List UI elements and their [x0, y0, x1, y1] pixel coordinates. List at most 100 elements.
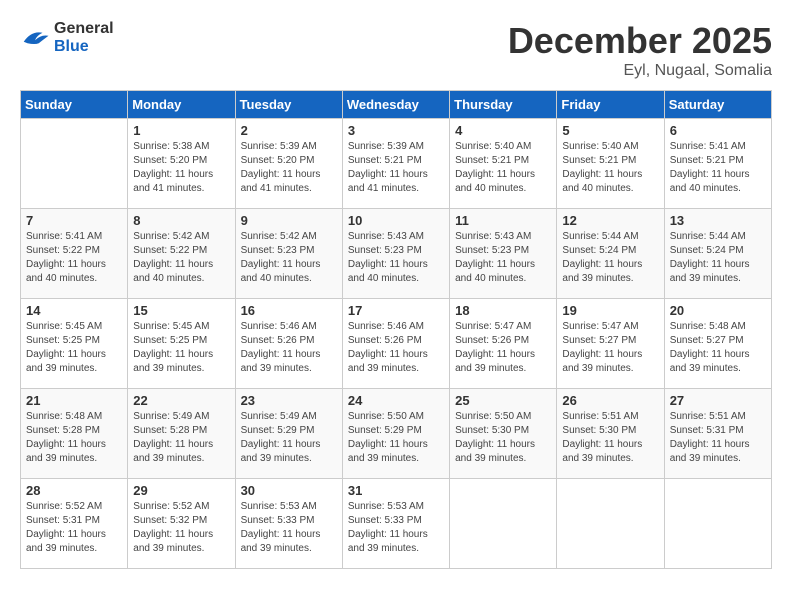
day-number: 29 — [133, 483, 229, 498]
calendar-table: SundayMondayTuesdayWednesdayThursdayFrid… — [20, 90, 772, 569]
calendar-cell: 25 Sunrise: 5:50 AMSunset: 5:30 PMDayligh… — [450, 389, 557, 479]
location: Eyl, Nugaal, Somalia — [508, 62, 772, 80]
cell-info: Sunrise: 5:39 AMSunset: 5:20 PMDaylight:… — [241, 140, 337, 196]
cell-info: Sunrise: 5:45 AMSunset: 5:25 PMDaylight:… — [26, 320, 122, 376]
month-title: December 2025 — [508, 20, 772, 62]
day-number: 23 — [241, 393, 337, 408]
cell-info: Sunrise: 5:52 AMSunset: 5:32 PMDaylight:… — [133, 500, 229, 556]
calendar-cell: 26 Sunrise: 5:51 AMSunset: 5:30 PMDayligh… — [557, 389, 664, 479]
calendar-cell: 18 Sunrise: 5:47 AMSunset: 5:26 PMDayligh… — [450, 299, 557, 389]
cell-info: Sunrise: 5:41 AMSunset: 5:21 PMDaylight:… — [670, 140, 766, 196]
calendar-cell: 23 Sunrise: 5:49 AMSunset: 5:29 PMDayligh… — [235, 389, 342, 479]
logo-icon — [20, 26, 50, 50]
cell-info: Sunrise: 5:46 AMSunset: 5:26 PMDaylight:… — [348, 320, 444, 376]
calendar-cell — [557, 479, 664, 569]
day-number: 24 — [348, 393, 444, 408]
day-number: 7 — [26, 213, 122, 228]
calendar-cell — [450, 479, 557, 569]
logo-text: General Blue — [54, 20, 114, 55]
cell-info: Sunrise: 5:50 AMSunset: 5:29 PMDaylight:… — [348, 410, 444, 466]
calendar-cell: 3Sunrise: 5:39 AMSunset: 5:21 PMDaylight… — [342, 119, 449, 209]
day-number: 20 — [670, 303, 766, 318]
cell-info: Sunrise: 5:48 AMSunset: 5:27 PMDaylight:… — [670, 320, 766, 376]
calendar-cell: 27 Sunrise: 5:51 AMSunset: 5:31 PMDayligh… — [664, 389, 771, 479]
cell-info: Sunrise: 5:49 AMSunset: 5:28 PMDaylight:… — [133, 410, 229, 466]
calendar-cell: 13 Sunrise: 5:44 AMSunset: 5:24 PMDayligh… — [664, 209, 771, 299]
calendar-header-cell: Tuesday — [235, 91, 342, 119]
day-number: 11 — [455, 213, 551, 228]
day-number: 14 — [26, 303, 122, 318]
calendar-cell: 22Sunrise: 5:49 AMSunset: 5:28 PMDayligh… — [128, 389, 235, 479]
calendar-cell: 21 Sunrise: 5:48 AMSunset: 5:28 PMDayligh… — [21, 389, 128, 479]
day-number: 13 — [670, 213, 766, 228]
day-number: 17 — [348, 303, 444, 318]
calendar-cell: 20 Sunrise: 5:48 AMSunset: 5:27 PMDayligh… — [664, 299, 771, 389]
calendar-cell — [21, 119, 128, 209]
day-number: 30 — [241, 483, 337, 498]
calendar-body: 1 Sunrise: 5:38 AMSunset: 5:20 PMDaylight… — [21, 119, 772, 569]
day-number: 18 — [455, 303, 551, 318]
day-number: 28 — [26, 483, 122, 498]
cell-info: Sunrise: 5:47 AMSunset: 5:26 PMDaylight:… — [455, 320, 551, 376]
day-number: 25 — [455, 393, 551, 408]
day-number: 12 — [562, 213, 658, 228]
day-number: 26 — [562, 393, 658, 408]
calendar-header-cell: Thursday — [450, 91, 557, 119]
cell-info: Sunrise: 5:51 AMSunset: 5:31 PMDaylight:… — [670, 410, 766, 466]
calendar-cell: 17 Sunrise: 5:46 AMSunset: 5:26 PMDayligh… — [342, 299, 449, 389]
day-number: 10 — [348, 213, 444, 228]
day-number: 1 — [133, 123, 229, 138]
page-header: General Blue December 2025 Eyl, Nugaal, … — [20, 20, 772, 80]
cell-info: Sunrise: 5:48 AMSunset: 5:28 PMDaylight:… — [26, 410, 122, 466]
calendar-cell: 5Sunrise: 5:40 AMSunset: 5:21 PMDaylight… — [557, 119, 664, 209]
calendar-cell: 15 Sunrise: 5:45 AMSunset: 5:25 PMDayligh… — [128, 299, 235, 389]
cell-info: Sunrise: 5:44 AMSunset: 5:24 PMDaylight:… — [670, 230, 766, 286]
calendar-week-row: 28Sunrise: 5:52 AMSunset: 5:31 PMDayligh… — [21, 479, 772, 569]
calendar-cell: 2 Sunrise: 5:39 AMSunset: 5:20 PMDaylight… — [235, 119, 342, 209]
cell-info: Sunrise: 5:40 AMSunset: 5:21 PMDaylight:… — [455, 140, 551, 196]
cell-info: Sunrise: 5:42 AMSunset: 5:22 PMDaylight:… — [133, 230, 229, 286]
day-number: 2 — [241, 123, 337, 138]
cell-info: Sunrise: 5:49 AMSunset: 5:29 PMDaylight:… — [241, 410, 337, 466]
calendar-header-cell: Monday — [128, 91, 235, 119]
cell-info: Sunrise: 5:53 AMSunset: 5:33 PMDaylight:… — [241, 500, 337, 556]
cell-info: Sunrise: 5:43 AMSunset: 5:23 PMDaylight:… — [348, 230, 444, 286]
calendar-header-cell: Friday — [557, 91, 664, 119]
calendar-header-row: SundayMondayTuesdayWednesdayThursdayFrid… — [21, 91, 772, 119]
title-block: December 2025 Eyl, Nugaal, Somalia — [508, 20, 772, 80]
day-number: 27 — [670, 393, 766, 408]
calendar-cell: 30 Sunrise: 5:53 AMSunset: 5:33 PMDayligh… — [235, 479, 342, 569]
calendar-cell — [664, 479, 771, 569]
day-number: 3 — [348, 123, 444, 138]
cell-info: Sunrise: 5:45 AMSunset: 5:25 PMDaylight:… — [133, 320, 229, 376]
day-number: 5 — [562, 123, 658, 138]
calendar-cell: 31Sunrise: 5:53 AMSunset: 5:33 PMDayligh… — [342, 479, 449, 569]
cell-info: Sunrise: 5:51 AMSunset: 5:30 PMDaylight:… — [562, 410, 658, 466]
calendar-cell: 12 Sunrise: 5:44 AMSunset: 5:24 PMDayligh… — [557, 209, 664, 299]
day-number: 9 — [241, 213, 337, 228]
cell-info: Sunrise: 5:50 AMSunset: 5:30 PMDaylight:… — [455, 410, 551, 466]
day-number: 6 — [670, 123, 766, 138]
calendar-cell: 8 Sunrise: 5:42 AMSunset: 5:22 PMDaylight… — [128, 209, 235, 299]
calendar-header-cell: Wednesday — [342, 91, 449, 119]
day-number: 15 — [133, 303, 229, 318]
calendar-cell: 4Sunrise: 5:40 AMSunset: 5:21 PMDaylight… — [450, 119, 557, 209]
calendar-week-row: 7Sunrise: 5:41 AMSunset: 5:22 PMDaylight… — [21, 209, 772, 299]
cell-info: Sunrise: 5:53 AMSunset: 5:33 PMDaylight:… — [348, 500, 444, 556]
calendar-cell: 16Sunrise: 5:46 AMSunset: 5:26 PMDayligh… — [235, 299, 342, 389]
day-number: 19 — [562, 303, 658, 318]
calendar-cell: 1 Sunrise: 5:38 AMSunset: 5:20 PMDaylight… — [128, 119, 235, 209]
day-number: 8 — [133, 213, 229, 228]
calendar-cell: 28Sunrise: 5:52 AMSunset: 5:31 PMDayligh… — [21, 479, 128, 569]
calendar-week-row: 14 Sunrise: 5:45 AMSunset: 5:25 PMDayligh… — [21, 299, 772, 389]
day-number: 16 — [241, 303, 337, 318]
calendar-cell: 11Sunrise: 5:43 AMSunset: 5:23 PMDayligh… — [450, 209, 557, 299]
calendar-cell: 24 Sunrise: 5:50 AMSunset: 5:29 PMDayligh… — [342, 389, 449, 479]
day-number: 21 — [26, 393, 122, 408]
cell-info: Sunrise: 5:47 AMSunset: 5:27 PMDaylight:… — [562, 320, 658, 376]
calendar-cell: 19 Sunrise: 5:47 AMSunset: 5:27 PMDayligh… — [557, 299, 664, 389]
calendar-week-row: 1 Sunrise: 5:38 AMSunset: 5:20 PMDaylight… — [21, 119, 772, 209]
cell-info: Sunrise: 5:44 AMSunset: 5:24 PMDaylight:… — [562, 230, 658, 286]
cell-info: Sunrise: 5:38 AMSunset: 5:20 PMDaylight:… — [133, 140, 229, 196]
calendar-cell: 9Sunrise: 5:42 AMSunset: 5:23 PMDaylight… — [235, 209, 342, 299]
